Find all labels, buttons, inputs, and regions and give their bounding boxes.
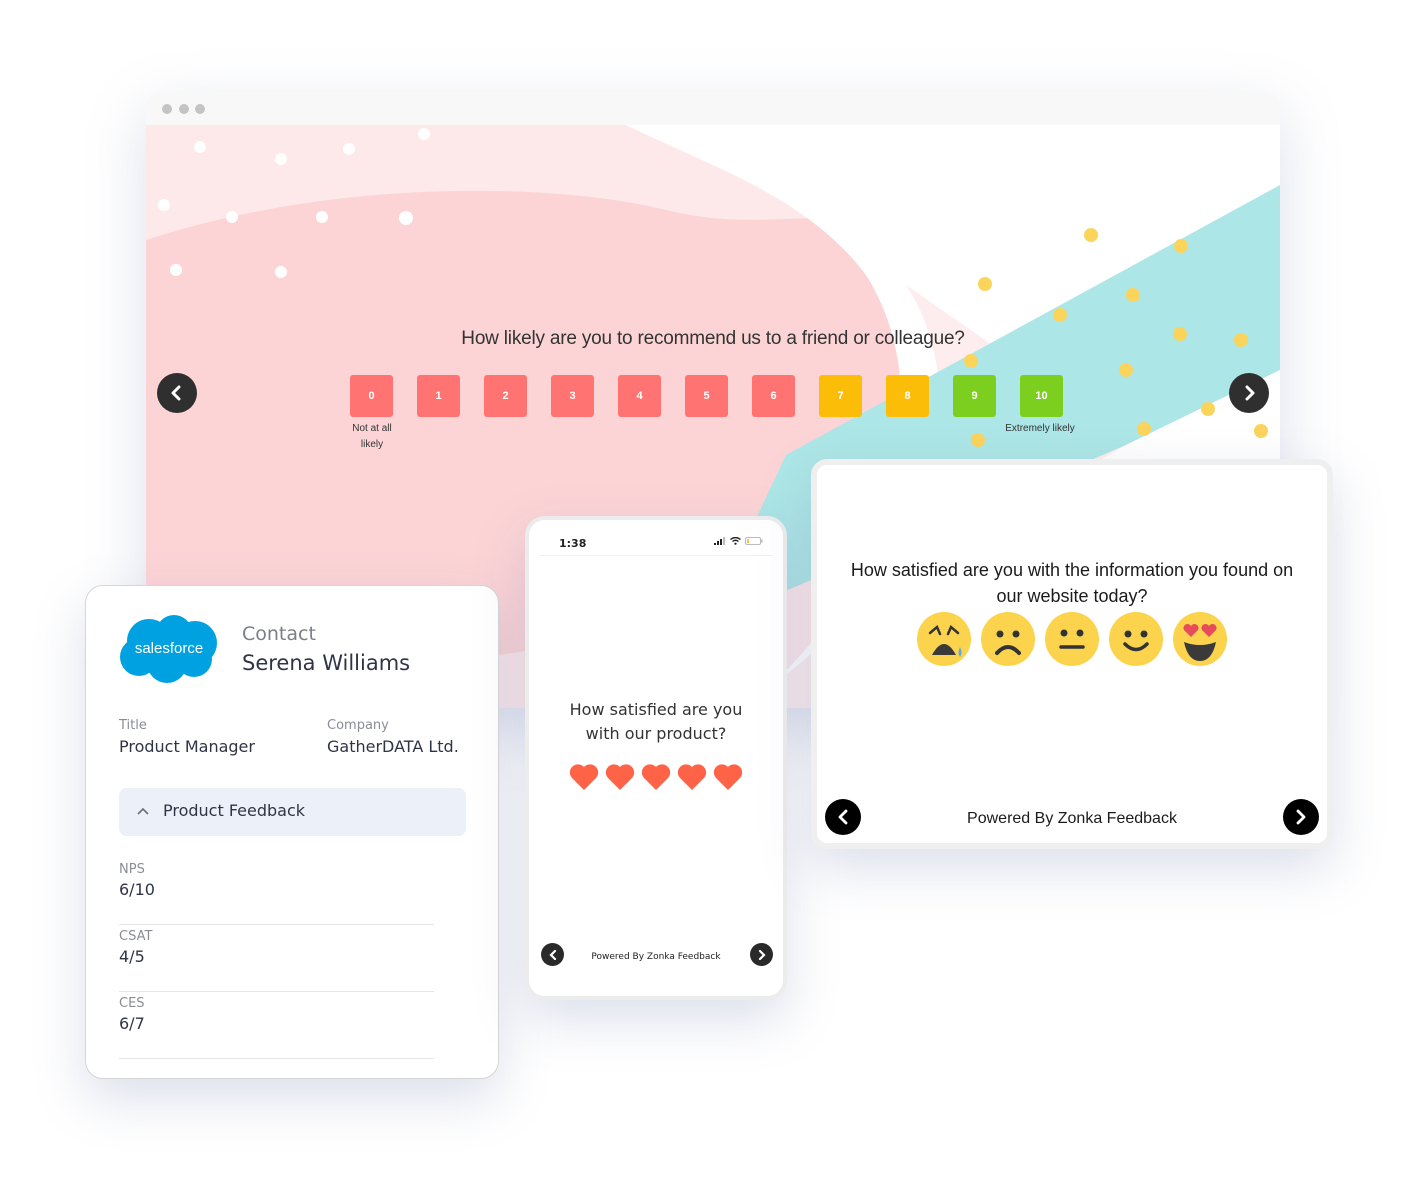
contact-label: Contact <box>242 623 316 645</box>
metric-csat: CSAT 4/5 <box>119 929 434 992</box>
chevron-right-icon <box>758 949 766 960</box>
previous-button[interactable] <box>157 373 197 413</box>
chevron-left-icon <box>171 385 181 401</box>
product-feedback-section-toggle[interactable]: Product Feedback <box>119 788 466 836</box>
nps-option-0[interactable]: 0 <box>350 375 393 417</box>
title-label: Title <box>119 718 147 733</box>
tablet-question: How satisfied are you with the informati… <box>827 557 1317 609</box>
metric-value: 6/10 <box>119 880 155 899</box>
label-line: Not at all <box>352 423 392 434</box>
heart-icon[interactable] <box>605 763 635 791</box>
phone-next-button[interactable] <box>750 943 773 966</box>
battery-icon <box>745 537 763 545</box>
nps-option-2[interactable]: 2 <box>484 375 527 417</box>
chevron-right-icon <box>1245 385 1255 401</box>
nps-option-10[interactable]: 10 <box>1020 375 1063 417</box>
heart-icon[interactable] <box>569 763 599 791</box>
tablet-next-button[interactable] <box>1283 799 1319 835</box>
metric-label: CES <box>119 996 145 1011</box>
nps-question: How likely are you to recommend us to a … <box>461 328 965 349</box>
question-line: How satisfied are you with the informati… <box>850 560 1294 580</box>
salesforce-logo: salesforce <box>120 615 217 683</box>
powered-by: Powered By Zonka Feedback <box>967 810 1177 827</box>
heart-eyes-face-icon[interactable] <box>1172 611 1228 667</box>
nps-high-label: Extremely likely <box>1005 423 1075 434</box>
frowning-face-icon[interactable] <box>980 611 1036 667</box>
heart-icon[interactable] <box>641 763 671 791</box>
nps-option-3[interactable]: 3 <box>551 375 594 417</box>
nps-option-4[interactable]: 4 <box>618 375 661 417</box>
wifi-icon <box>730 537 741 545</box>
crying-face-icon[interactable] <box>916 611 972 667</box>
metric-label: NPS <box>119 862 145 877</box>
nps-scale: 0 1 2 3 4 5 6 7 8 9 10 Not at all likely Extremely li… <box>350 375 1075 455</box>
chevron-right-icon <box>1296 809 1306 825</box>
status-divider <box>539 555 773 556</box>
window-dot <box>162 104 172 114</box>
window-dot <box>179 104 189 114</box>
crm-contact-card: salesforce Contact Serena Williams Title… <box>85 585 499 1079</box>
emoji-rating <box>817 611 1327 667</box>
nps-low-label: Not at all likely <box>342 421 402 453</box>
question-line: How satisfied are you <box>569 700 743 719</box>
browser-title-bar <box>146 92 1280 125</box>
metric-ces: CES 6/7 <box>119 996 434 1059</box>
salesforce-logo-text: salesforce <box>135 640 203 657</box>
metric-value: 6/7 <box>119 1014 145 1033</box>
phone-question: How satisfied are you with our product? <box>529 698 783 746</box>
tablet-survey: How satisfied are you with the informati… <box>811 459 1333 849</box>
title-value: Product Manager <box>119 737 255 756</box>
heart-icon[interactable] <box>677 763 707 791</box>
contact-name: Serena Williams <box>242 651 411 675</box>
neutral-face-icon[interactable] <box>1044 611 1100 667</box>
window-dot <box>195 104 205 114</box>
nps-option-5[interactable]: 5 <box>685 375 728 417</box>
label-line: likely <box>360 439 384 450</box>
nps-option-9[interactable]: 9 <box>953 375 996 417</box>
chevron-up-icon <box>137 804 149 818</box>
powered-by: Powered By Zonka Feedback <box>591 952 721 962</box>
heart-icon[interactable] <box>713 763 743 791</box>
status-time: 1:38 <box>559 537 587 550</box>
metric-value: 4/5 <box>119 947 145 966</box>
nps-option-6[interactable]: 6 <box>752 375 795 417</box>
phone-survey: 1:38 How satisfied are you with our prod… <box>525 516 787 1000</box>
company-value: GatherDATA Ltd. <box>327 737 459 756</box>
section-title: Product Feedback <box>163 801 306 820</box>
nps-option-8[interactable]: 8 <box>886 375 929 417</box>
slightly-smiling-face-icon[interactable] <box>1108 611 1164 667</box>
question-line: our website today? <box>996 586 1148 606</box>
next-button[interactable] <box>1229 373 1269 413</box>
heart-rating <box>529 763 783 791</box>
metric-label: CSAT <box>119 929 153 944</box>
metric-nps: NPS 6/10 <box>119 862 434 925</box>
signal-icon <box>714 537 725 545</box>
status-icons <box>714 537 763 545</box>
company-label: Company <box>327 718 389 733</box>
nps-option-7[interactable]: 7 <box>819 375 862 417</box>
nps-option-1[interactable]: 1 <box>417 375 460 417</box>
question-line: with our product? <box>585 724 727 743</box>
